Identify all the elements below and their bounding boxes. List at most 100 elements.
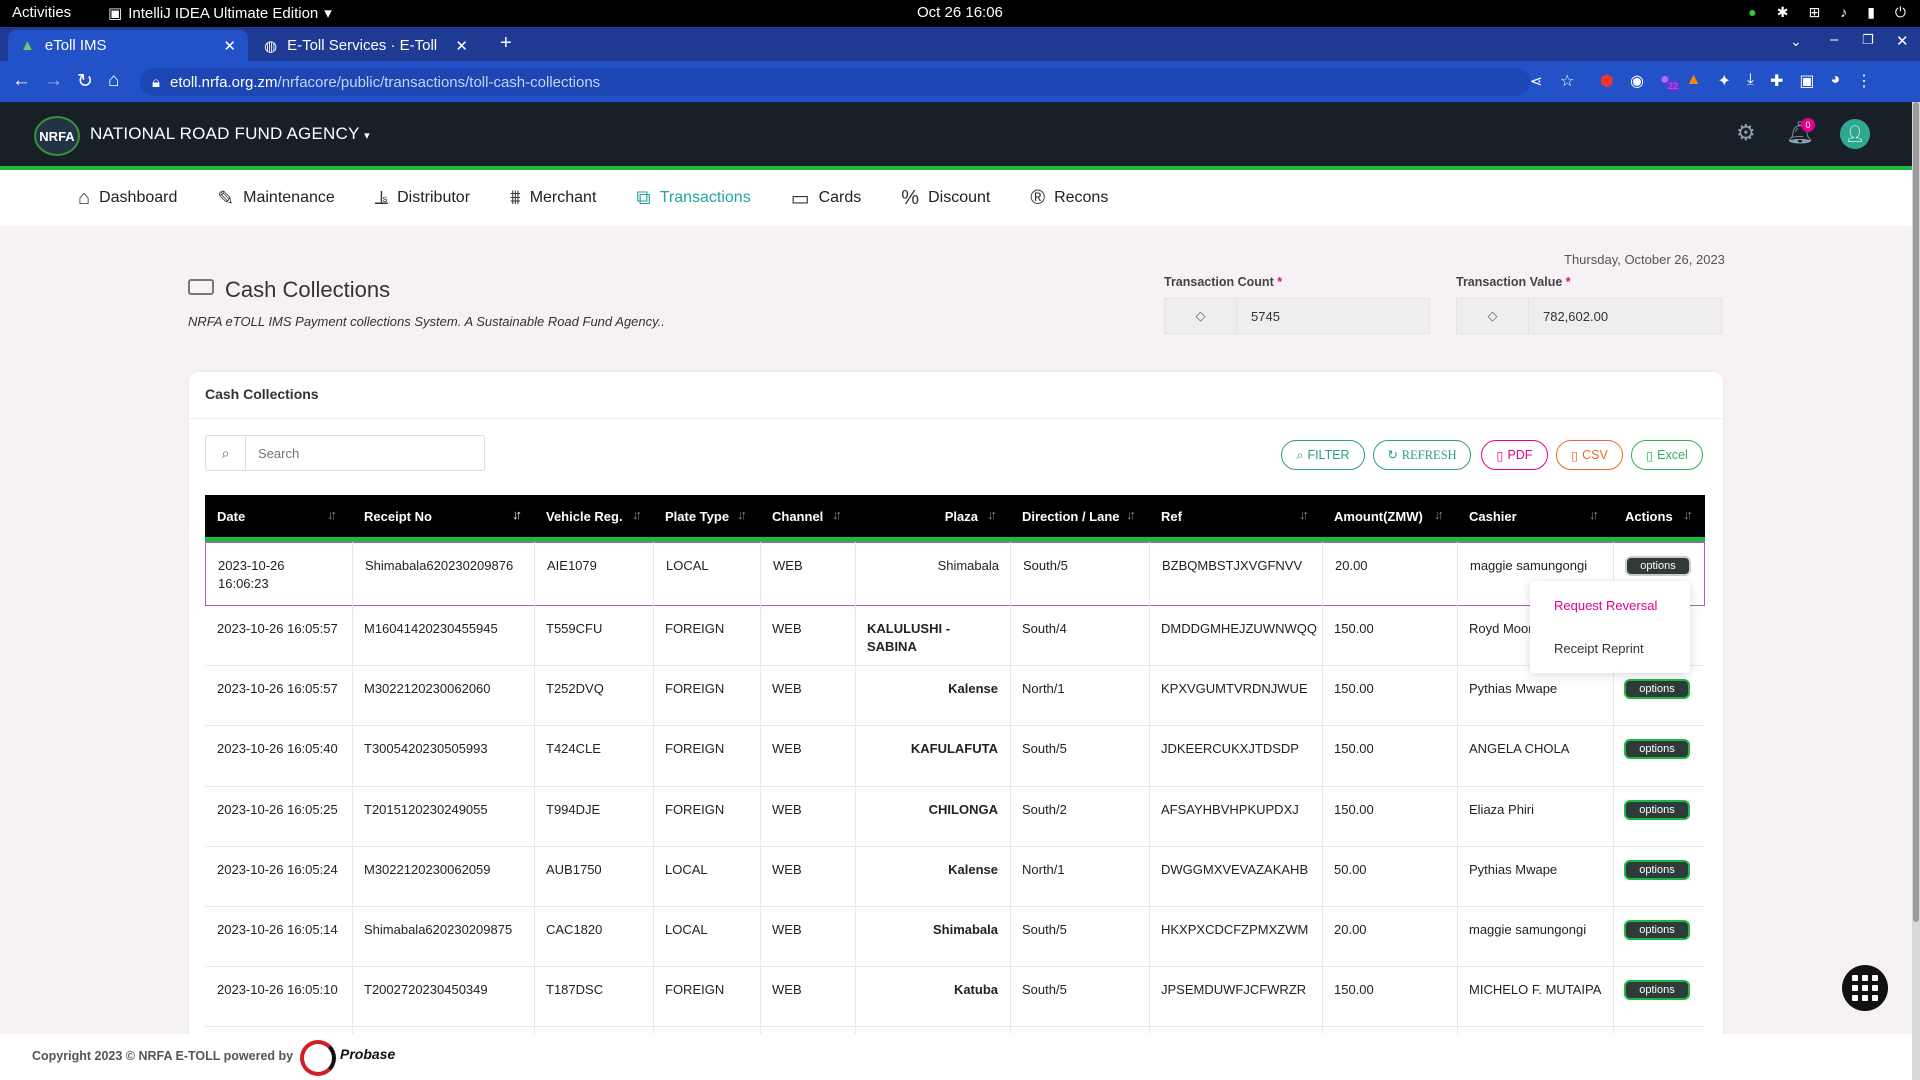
profile-avatar[interactable]: ◕ [1830, 71, 1840, 91]
volume-icon: ♪ [1840, 4, 1848, 20]
maximize-icon[interactable]: ❐ [1862, 32, 1874, 48]
active-app-menu[interactable]: ▣ IntelliJ IDEA Ultimate Edition ▾ [108, 4, 332, 23]
nav-maintenance[interactable]: ✎ Maintenance [217, 186, 334, 211]
activities-button[interactable]: Activities [12, 4, 71, 21]
close-window-icon[interactable]: ✕ [1896, 32, 1909, 50]
transaction-count-value: 5745 [1251, 308, 1280, 324]
options-button[interactable]: options [1624, 920, 1690, 940]
download-icon[interactable]: ⤓ [1747, 71, 1754, 91]
column-header-date[interactable]: Date ↓↑ [205, 495, 352, 537]
forward-icon[interactable]: → [44, 70, 63, 92]
gear-icon[interactable]: ⚙ [1736, 120, 1756, 146]
sort-icon: ↓↑ [1589, 507, 1599, 522]
footer: Copyright 2023 © NRFA E-TOLL powered by … [0, 1034, 1912, 1080]
nav-merchant[interactable]: ⩩ Merchant [510, 187, 596, 210]
column-header-direction[interactable]: Direction / Lane ↓↑ [1010, 495, 1149, 537]
home-icon[interactable]: ⌂ [108, 70, 119, 92]
nav-label: Distributor [397, 189, 471, 206]
tab-etoll-ims[interactable]: ▲ eToll IMS ✕ [8, 30, 248, 61]
url-field[interactable]: 🔒︎ etoll.nrfa.org.zm/nrfacore/public/tran… [140, 68, 1530, 96]
options-button[interactable]: options [1625, 556, 1691, 576]
column-header-actions[interactable]: Actions ↓↑ [1613, 495, 1705, 537]
nav-cards[interactable]: ▭ Cards [791, 186, 862, 211]
extension-icon[interactable]: ✦ [1717, 71, 1730, 91]
pdf-button[interactable]: ▯ PDF [1481, 440, 1548, 470]
file-icon: ▯ [1496, 448, 1504, 463]
receipt-reprint-item[interactable]: Receipt Reprint [1554, 641, 1644, 656]
filter-button[interactable]: ⌕ FILTER [1281, 440, 1365, 470]
column-header-cashier[interactable]: Cashier ↓↑ [1457, 495, 1613, 537]
table-row[interactable]: 2023-10-26 16:05:57 M3022120230062060 T2… [205, 666, 1705, 726]
cell-receipt: T2002720230450349 [364, 982, 488, 997]
nav-label: Merchant [529, 189, 597, 206]
table-row[interactable]: 2023-10-26 16:05:25 T2015120230249055 T9… [205, 787, 1705, 847]
excel-button[interactable]: ▯ Excel [1631, 440, 1703, 470]
table-row[interactable]: 2023-10-26 16:05:40 T3005420230505993 T4… [205, 726, 1705, 787]
tab-search-icon[interactable]: ⌄ [1790, 33, 1802, 50]
new-tab-button[interactable]: + [500, 32, 512, 55]
apps-grid-button[interactable] [1842, 965, 1888, 1011]
address-bar-row: ← → ↻ ⌂ 🔒︎ etoll.nrfa.org.zm/nrfacore/pub… [0, 61, 1920, 102]
card-divider [189, 418, 1723, 419]
user-avatar[interactable]: 👤︎ [1840, 119, 1870, 149]
org-name-dropdown[interactable]: NATIONAL ROAD FUND AGENCY ▾ [90, 124, 370, 144]
options-button[interactable]: options [1624, 739, 1690, 759]
tab-etoll-services[interactable]: ◍ E-Toll Services · E-Toll ✕ [252, 30, 480, 61]
column-header-vehicle[interactable]: Vehicle Reg. ↓↑ [534, 495, 653, 537]
nav-dashboard[interactable]: ⌂ Dashboard [78, 187, 177, 210]
table-row[interactable]: 2023-10-26 16:05:24 M3022120230062059 AU… [205, 847, 1705, 907]
extension-icon[interactable]: ● 22 [1660, 71, 1680, 91]
back-icon[interactable]: ← [12, 70, 31, 92]
page-scrollbar[interactable] [1912, 102, 1920, 1080]
column-header-receipt[interactable]: Receipt No ↓↑ [352, 495, 534, 537]
table-row[interactable]: 2023-10-26 16:06:23 Shimabala620230209876… [205, 542, 1705, 606]
options-button[interactable]: options [1624, 980, 1690, 1000]
nav-distributor[interactable]: ⫡ Distributor [375, 187, 470, 210]
extension-icon[interactable]: ◉ [1630, 71, 1644, 91]
csv-button[interactable]: ▯ CSV [1556, 440, 1623, 470]
reload-icon[interactable]: ↻ [77, 70, 93, 93]
refresh-button[interactable]: ↻ REFRESH [1373, 440, 1471, 470]
favicon-icon: ▲ [20, 37, 35, 54]
sort-icon: ↓↑ [1299, 507, 1309, 522]
options-button[interactable]: options [1624, 800, 1690, 820]
button-label: CSV [1582, 448, 1608, 462]
search-input[interactable] [246, 445, 446, 461]
request-reversal-item[interactable]: Request Reversal [1554, 598, 1657, 613]
nav-discount[interactable]: % Discount [901, 187, 990, 210]
extension-icon[interactable]: ▲ [1686, 71, 1702, 91]
column-header-ref[interactable]: Ref ↓↑ [1149, 495, 1322, 537]
column-header-amount[interactable]: Amount(ZMW) ↓↑ [1322, 495, 1457, 537]
minimize-icon[interactable]: – [1830, 31, 1838, 48]
extension-badge: 22 [1665, 81, 1680, 91]
share-icon[interactable]: ⋖ [1530, 72, 1543, 90]
options-button[interactable]: options [1624, 860, 1690, 880]
sidepanel-icon[interactable]: ▣ [1799, 71, 1814, 91]
extension-icon[interactable]: ⬢ [1600, 71, 1614, 91]
close-tab-icon[interactable]: ✕ [455, 37, 468, 55]
battery-icon: ▮ [1867, 4, 1875, 20]
column-header-plate[interactable]: Plate Type ↓↑ [653, 495, 760, 537]
sort-icon: ↓↑ [512, 507, 522, 522]
close-tab-icon[interactable]: ✕ [223, 37, 236, 55]
menu-icon[interactable]: ⋮ [1856, 71, 1872, 91]
column-header-plaza[interactable]: Plaza ↓↑ [855, 495, 1010, 537]
nrfa-logo[interactable]: NRFA [34, 116, 80, 156]
cell-date: 2023-10-26 16:05:10 [217, 982, 338, 997]
options-button[interactable]: options [1624, 679, 1690, 699]
table-row[interactable]: 2023-10-26 16:05:10 T2002720230450349 T1… [205, 967, 1705, 1027]
table-row[interactable]: 2023-10-26 16:05:14 Shimabala62023020987… [205, 907, 1705, 967]
column-header-channel[interactable]: Channel ↓↑ [760, 495, 855, 537]
transaction-count-label: Transaction Count * [1164, 275, 1282, 289]
sort-icon: ↓↑ [737, 507, 747, 522]
nav-transactions[interactable]: ⧉ Transactions [636, 187, 750, 210]
puzzle-icon[interactable]: ✚ [1770, 71, 1783, 91]
browser-tab-bar: ▲ eToll IMS ✕ ◍ E-Toll Services · E-Toll ✕ +… [0, 27, 1920, 61]
bookmark-star-icon[interactable]: ☆ [1560, 71, 1574, 91]
table-row[interactable]: 2023-10-26 16:05:57 M16041420230455945 T… [205, 606, 1705, 666]
nav-recons[interactable]: ® Recons [1030, 187, 1108, 210]
scrollbar-thumb[interactable] [1913, 102, 1919, 922]
clock[interactable]: Oct 26 16:06 [917, 4, 1003, 21]
system-tray[interactable]: ● ✱ ⊞ ♪ ▮ ⏻ [1748, 4, 1906, 21]
cell-cashier: MICHELO F. MUTAIPA [1469, 982, 1602, 997]
